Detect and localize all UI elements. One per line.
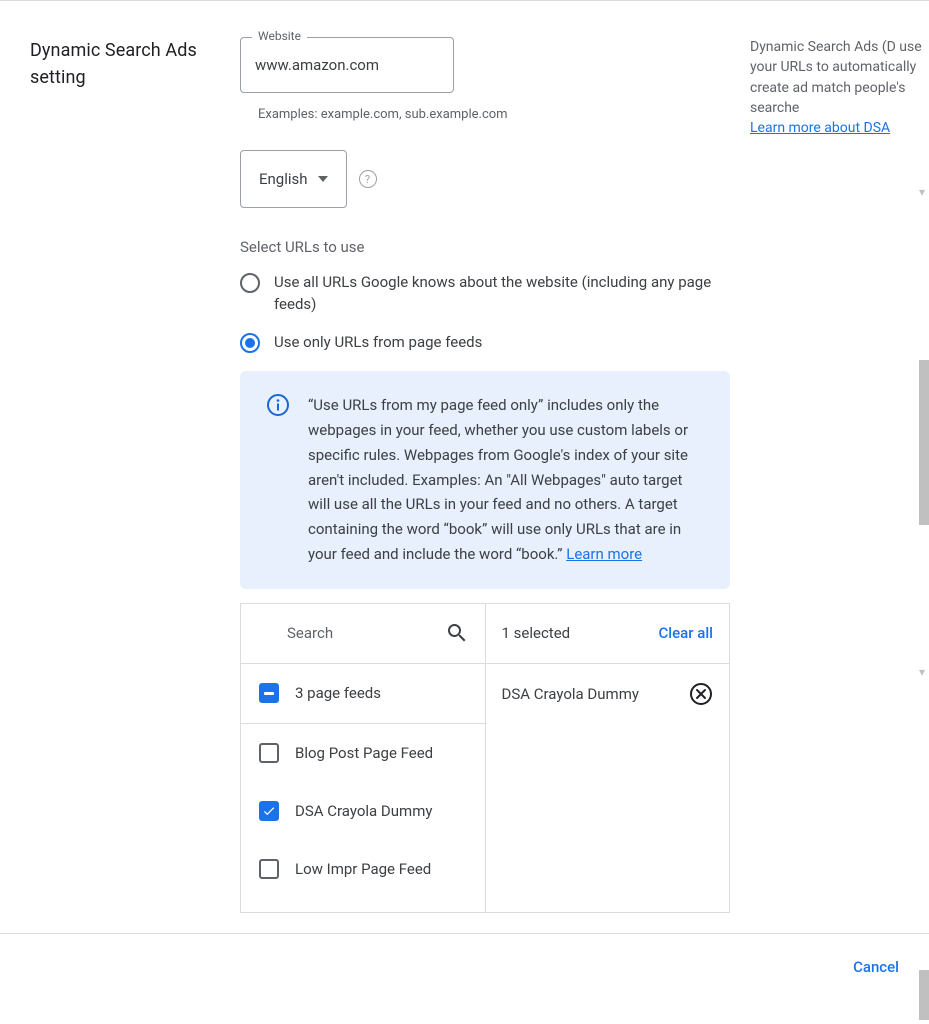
feed-item[interactable]: DSA Crayola Dummy bbox=[241, 782, 485, 840]
checkbox-unchecked[interactable] bbox=[259, 743, 279, 763]
search-input[interactable]: Search bbox=[287, 624, 333, 642]
feeds-summary-label: 3 page feeds bbox=[295, 684, 381, 702]
checkbox-unchecked[interactable] bbox=[259, 859, 279, 879]
radio-icon bbox=[240, 273, 260, 293]
radio-label: Use all URLs Google knows about the webs… bbox=[274, 272, 730, 316]
website-helper-text: Examples: example.com, sub.example.com bbox=[258, 107, 730, 122]
info-text: “Use URLs from my page feed only” includ… bbox=[308, 393, 708, 566]
urls-heading: Select URLs to use bbox=[240, 238, 730, 256]
language-selected: English bbox=[259, 170, 308, 188]
radio-page-feeds-only[interactable]: Use only URLs from page feeds bbox=[240, 332, 730, 354]
info-box: “Use URLs from my page feed only” includ… bbox=[240, 371, 730, 588]
website-field-wrap: Website bbox=[240, 37, 454, 93]
selected-feed-label: DSA Crayola Dummy bbox=[502, 685, 639, 703]
radio-icon bbox=[240, 333, 260, 353]
side-help-link[interactable]: Learn more about DSA bbox=[750, 120, 890, 136]
selected-feed-item: DSA Crayola Dummy bbox=[486, 664, 730, 724]
page-feeds-panel: Search 3 page feeds Blog Post Page Feed bbox=[240, 603, 730, 913]
search-icon[interactable] bbox=[445, 621, 469, 645]
clear-all-button[interactable]: Clear all bbox=[659, 624, 714, 642]
cancel-button[interactable]: Cancel bbox=[841, 950, 911, 984]
selected-count: 1 selected bbox=[502, 624, 571, 642]
help-icon[interactable]: ? bbox=[359, 170, 377, 188]
language-dropdown[interactable]: English bbox=[240, 150, 347, 208]
caret-down-icon bbox=[318, 176, 328, 182]
section-title: Dynamic Search Ads setting bbox=[30, 37, 224, 91]
website-input[interactable] bbox=[240, 37, 454, 93]
feeds-summary-row[interactable]: 3 page feeds bbox=[241, 664, 485, 724]
feed-item[interactable]: Blog Post Page Feed bbox=[241, 724, 485, 782]
feed-item-label: DSA Crayola Dummy bbox=[295, 802, 432, 820]
remove-icon[interactable] bbox=[689, 682, 713, 706]
feed-item[interactable]: Low Impr Page Feed bbox=[241, 840, 485, 898]
feed-item-label: Blog Post Page Feed bbox=[295, 744, 433, 762]
side-help-text: Dynamic Search Ads (D use your URLs to a… bbox=[750, 37, 929, 138]
checkbox-checked[interactable] bbox=[259, 801, 279, 821]
website-label: Website bbox=[252, 29, 307, 43]
scrollbar-thumb[interactable] bbox=[919, 970, 929, 1020]
learn-more-link[interactable]: Learn more bbox=[566, 545, 642, 563]
checkbox-indeterminate[interactable] bbox=[259, 683, 279, 703]
feed-item-label: Low Impr Page Feed bbox=[295, 860, 431, 878]
radio-label: Use only URLs from page feeds bbox=[274, 332, 482, 354]
radio-all-urls[interactable]: Use all URLs Google knows about the webs… bbox=[240, 272, 730, 316]
info-icon bbox=[266, 393, 290, 417]
